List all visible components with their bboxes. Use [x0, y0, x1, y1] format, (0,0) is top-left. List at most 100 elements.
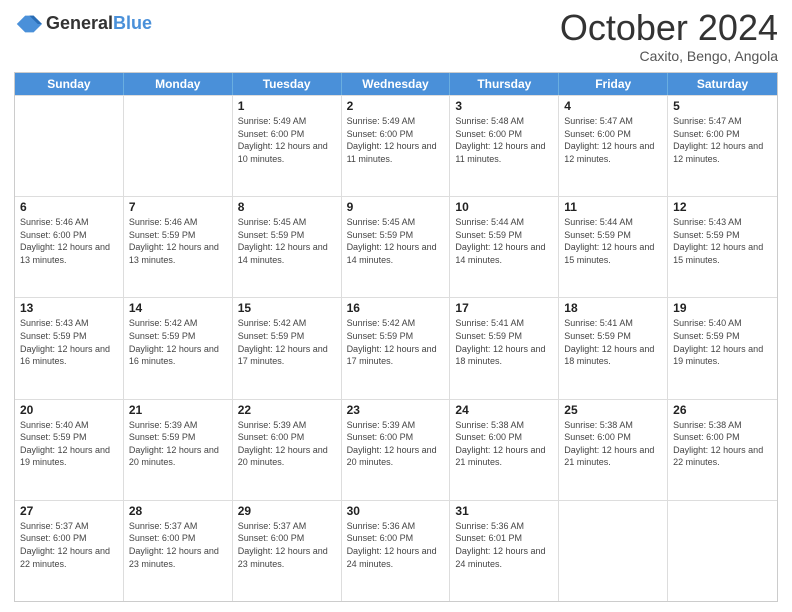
logo-general: General — [46, 13, 113, 33]
day-info: Sunrise: 5:41 AM Sunset: 5:59 PM Dayligh… — [564, 317, 662, 367]
day-info: Sunrise: 5:49 AM Sunset: 6:00 PM Dayligh… — [238, 115, 336, 165]
day-info: Sunrise: 5:39 AM Sunset: 5:59 PM Dayligh… — [129, 419, 227, 469]
day-info: Sunrise: 5:42 AM Sunset: 5:59 PM Dayligh… — [238, 317, 336, 367]
table-row: 17Sunrise: 5:41 AM Sunset: 5:59 PM Dayli… — [450, 298, 559, 398]
week-5: 27Sunrise: 5:37 AM Sunset: 6:00 PM Dayli… — [15, 500, 777, 601]
day-number: 4 — [564, 99, 662, 113]
day-number: 31 — [455, 504, 553, 518]
day-number: 1 — [238, 99, 336, 113]
col-wednesday: Wednesday — [342, 73, 451, 95]
day-number: 5 — [673, 99, 772, 113]
col-thursday: Thursday — [450, 73, 559, 95]
table-row: 22Sunrise: 5:39 AM Sunset: 6:00 PM Dayli… — [233, 400, 342, 500]
day-number: 2 — [347, 99, 445, 113]
day-info: Sunrise: 5:40 AM Sunset: 5:59 PM Dayligh… — [673, 317, 772, 367]
table-row: 14 Sunrise: 5:42 AM Sunset: 5:59 PM Dayli… — [124, 298, 233, 398]
table-row: 24Sunrise: 5:38 AM Sunset: 6:00 PM Dayli… — [450, 400, 559, 500]
day-number: 16 — [347, 301, 445, 315]
table-row: 27Sunrise: 5:37 AM Sunset: 6:00 PM Dayli… — [15, 501, 124, 601]
table-row: 10Sunrise: 5:44 AM Sunset: 5:59 PM Dayli… — [450, 197, 559, 297]
day-number: 24 — [455, 403, 553, 417]
month-title: October 2024 — [560, 10, 778, 46]
table-row: 28Sunrise: 5:37 AM Sunset: 6:00 PM Dayli… — [124, 501, 233, 601]
table-row — [15, 96, 124, 196]
day-number: 20 — [20, 403, 118, 417]
day-number: 9 — [347, 200, 445, 214]
day-number: 15 — [238, 301, 336, 315]
col-tuesday: Tuesday — [233, 73, 342, 95]
table-row — [124, 96, 233, 196]
day-info: Sunrise: 5:42 AM Sunset: 5:59 PM Dayligh… — [129, 317, 227, 367]
day-info: Sunrise: 5:47 AM Sunset: 6:00 PM Dayligh… — [673, 115, 772, 165]
day-info: Sunrise: 5:38 AM Sunset: 6:00 PM Dayligh… — [564, 419, 662, 469]
day-number: 11 — [564, 200, 662, 214]
table-row: 2 Sunrise: 5:49 AM Sunset: 6:00 PM Daylig… — [342, 96, 451, 196]
calendar: Sunday Monday Tuesday Wednesday Thursday… — [14, 72, 778, 602]
day-number: 8 — [238, 200, 336, 214]
day-info: Sunrise: 5:45 AM Sunset: 5:59 PM Dayligh… — [347, 216, 445, 266]
week-1: 1 Sunrise: 5:49 AM Sunset: 6:00 PM Daylig… — [15, 95, 777, 196]
day-info: Sunrise: 5:37 AM Sunset: 6:00 PM Dayligh… — [238, 520, 336, 570]
col-saturday: Saturday — [668, 73, 777, 95]
location-subtitle: Caxito, Bengo, Angola — [560, 48, 778, 64]
day-info: Sunrise: 5:37 AM Sunset: 6:00 PM Dayligh… — [20, 520, 118, 570]
table-row: 11 Sunrise: 5:44 AM Sunset: 5:59 PM Dayli… — [559, 197, 668, 297]
day-number: 23 — [347, 403, 445, 417]
logo: GeneralBlue — [14, 10, 152, 38]
day-number: 14 — [129, 301, 227, 315]
day-number: 7 — [129, 200, 227, 214]
week-4: 20Sunrise: 5:40 AM Sunset: 5:59 PM Dayli… — [15, 399, 777, 500]
table-row: 18 Sunrise: 5:41 AM Sunset: 5:59 PM Dayli… — [559, 298, 668, 398]
logo-icon — [14, 10, 42, 38]
day-info: Sunrise: 5:44 AM Sunset: 5:59 PM Dayligh… — [455, 216, 553, 266]
col-monday: Monday — [124, 73, 233, 95]
table-row: 29 Sunrise: 5:37 AM Sunset: 6:00 PM Dayli… — [233, 501, 342, 601]
day-info: Sunrise: 5:45 AM Sunset: 5:59 PM Dayligh… — [238, 216, 336, 266]
day-number: 3 — [455, 99, 553, 113]
day-number: 18 — [564, 301, 662, 315]
col-friday: Friday — [559, 73, 668, 95]
table-row: 21Sunrise: 5:39 AM Sunset: 5:59 PM Dayli… — [124, 400, 233, 500]
day-info: Sunrise: 5:36 AM Sunset: 6:01 PM Dayligh… — [455, 520, 553, 570]
table-row: 6Sunrise: 5:46 AM Sunset: 6:00 PM Daylig… — [15, 197, 124, 297]
day-number: 22 — [238, 403, 336, 417]
day-info: Sunrise: 5:43 AM Sunset: 5:59 PM Dayligh… — [20, 317, 118, 367]
title-block: October 2024 Caxito, Bengo, Angola — [560, 10, 778, 64]
table-row: 9 Sunrise: 5:45 AM Sunset: 5:59 PM Daylig… — [342, 197, 451, 297]
day-number: 25 — [564, 403, 662, 417]
day-info: Sunrise: 5:39 AM Sunset: 6:00 PM Dayligh… — [347, 419, 445, 469]
table-row — [668, 501, 777, 601]
page: GeneralBlue October 2024 Caxito, Bengo, … — [0, 0, 792, 612]
table-row: 15 Sunrise: 5:42 AM Sunset: 5:59 PM Dayli… — [233, 298, 342, 398]
week-2: 6Sunrise: 5:46 AM Sunset: 6:00 PM Daylig… — [15, 196, 777, 297]
logo-blue: Blue — [113, 13, 152, 33]
table-row: 12Sunrise: 5:43 AM Sunset: 5:59 PM Dayli… — [668, 197, 777, 297]
day-info: Sunrise: 5:38 AM Sunset: 6:00 PM Dayligh… — [673, 419, 772, 469]
day-number: 6 — [20, 200, 118, 214]
table-row — [559, 501, 668, 601]
table-row: 7 Sunrise: 5:46 AM Sunset: 5:59 PM Daylig… — [124, 197, 233, 297]
table-row: 16Sunrise: 5:42 AM Sunset: 5:59 PM Dayli… — [342, 298, 451, 398]
calendar-body: 1 Sunrise: 5:49 AM Sunset: 6:00 PM Daylig… — [15, 95, 777, 601]
day-number: 19 — [673, 301, 772, 315]
day-number: 13 — [20, 301, 118, 315]
day-number: 17 — [455, 301, 553, 315]
header: GeneralBlue October 2024 Caxito, Bengo, … — [14, 10, 778, 64]
table-row: 26Sunrise: 5:38 AM Sunset: 6:00 PM Dayli… — [668, 400, 777, 500]
day-info: Sunrise: 5:47 AM Sunset: 6:00 PM Dayligh… — [564, 115, 662, 165]
day-info: Sunrise: 5:48 AM Sunset: 6:00 PM Dayligh… — [455, 115, 553, 165]
table-row: 4 Sunrise: 5:47 AM Sunset: 6:00 PM Daylig… — [559, 96, 668, 196]
table-row: 25 Sunrise: 5:38 AM Sunset: 6:00 PM Dayli… — [559, 400, 668, 500]
day-info: Sunrise: 5:37 AM Sunset: 6:00 PM Dayligh… — [129, 520, 227, 570]
table-row: 5 Sunrise: 5:47 AM Sunset: 6:00 PM Daylig… — [668, 96, 777, 196]
table-row: 23 Sunrise: 5:39 AM Sunset: 6:00 PM Dayli… — [342, 400, 451, 500]
calendar-header: Sunday Monday Tuesday Wednesday Thursday… — [15, 73, 777, 95]
table-row: 1 Sunrise: 5:49 AM Sunset: 6:00 PM Daylig… — [233, 96, 342, 196]
week-3: 13 Sunrise: 5:43 AM Sunset: 5:59 PM Dayli… — [15, 297, 777, 398]
day-info: Sunrise: 5:49 AM Sunset: 6:00 PM Dayligh… — [347, 115, 445, 165]
table-row: 3 Sunrise: 5:48 AM Sunset: 6:00 PM Daylig… — [450, 96, 559, 196]
col-sunday: Sunday — [15, 73, 124, 95]
day-info: Sunrise: 5:44 AM Sunset: 5:59 PM Dayligh… — [564, 216, 662, 266]
day-number: 29 — [238, 504, 336, 518]
day-info: Sunrise: 5:46 AM Sunset: 5:59 PM Dayligh… — [129, 216, 227, 266]
